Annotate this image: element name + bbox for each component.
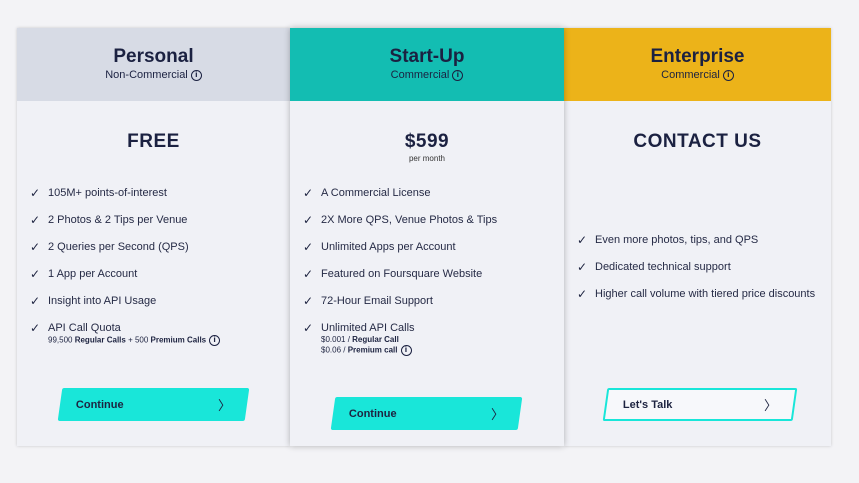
checkmark-icon: ✓	[30, 186, 41, 200]
checkmark-icon: ✓	[303, 294, 314, 308]
continue-button[interactable]: Continue 〉	[57, 388, 250, 421]
pricing-plans: Personal Non-Commercial i FREE ✓ 105M+ poi…	[17, 28, 831, 446]
quota-note: 99,500 Regular Calls + 500 Premium Calls…	[48, 335, 282, 346]
plan-name: Start-Up	[389, 46, 465, 67]
plan-subtitle: Non-Commercial	[105, 69, 188, 81]
price-period: per month	[408, 154, 446, 163]
plan-header-startup: Start-Up Commercial i	[290, 28, 564, 101]
feature-list: ✓ Even more photos, tips, and QPS ✓ Dedica…	[577, 233, 823, 314]
plan-header-enterprise: Enterprise Commercial i	[564, 28, 831, 101]
checkmark-icon: ✓	[303, 186, 314, 200]
feature-item: ✓ 2 Photos & 2 Tips per Venue	[30, 213, 188, 227]
feature-item: ✓ Dedicated technical support	[577, 260, 731, 274]
checkmark-icon: ✓	[577, 287, 588, 301]
plan-price: FREE	[127, 131, 180, 152]
feature-item: ✓ Insight into API Usage	[30, 294, 157, 308]
checkmark-icon: ✓	[30, 294, 41, 308]
feature-item: ✓ Unlimited Apps per Account	[303, 240, 456, 254]
calls-note-premium: $0.06 / Premium call i	[321, 345, 556, 356]
plan-name: Enterprise	[650, 46, 745, 67]
info-icon[interactable]: i	[400, 345, 412, 356]
feature-item: ✓ 2 Queries per Second (QPS)	[30, 240, 189, 254]
info-icon[interactable]: i	[209, 335, 221, 346]
feature-item: ✓ 1 App per Account	[30, 267, 138, 281]
chevron-right-icon: 〉	[763, 399, 777, 414]
feature-item: ✓ Featured on Foursquare Website	[303, 267, 483, 281]
chevron-right-icon: 〉	[217, 399, 231, 414]
feature-item: ✓ 105M+ points-of-interest	[30, 186, 167, 200]
plan-card-personal: Personal Non-Commercial i FREE ✓ 105M+ poi…	[17, 28, 290, 446]
plan-price: $599	[404, 131, 450, 152]
plan-card-enterprise: Enterprise Commercial i CONTACT US ✓ Even …	[564, 28, 831, 446]
chevron-right-icon: 〉	[490, 408, 504, 423]
plan-card-startup: Start-Up Commercial i $599 per month ✓ A C…	[290, 28, 564, 446]
checkmark-icon: ✓	[30, 213, 41, 227]
plan-header-personal: Personal Non-Commercial i	[17, 28, 290, 101]
feature-item: ✓ A Commercial License	[303, 186, 431, 200]
info-icon[interactable]: i	[722, 69, 734, 81]
continue-button[interactable]: Continue 〉	[330, 397, 523, 430]
checkmark-icon: ✓	[30, 267, 41, 281]
feature-list: ✓ 105M+ points-of-interest ✓ 2 Photos & 2 …	[30, 186, 282, 348]
checkmark-icon: ✓	[303, 267, 314, 281]
lets-talk-button[interactable]: Let's Talk 〉	[602, 388, 798, 421]
checkmark-icon: ✓	[30, 321, 41, 335]
checkmark-icon: ✓	[303, 321, 314, 335]
checkmark-icon: ✓	[577, 233, 588, 247]
info-icon[interactable]: i	[190, 69, 202, 81]
feature-item: ✓ Unlimited API Calls $0.001 / Regular Ca…	[303, 321, 556, 356]
feature-item: ✓ 72-Hour Email Support	[303, 294, 433, 308]
calls-note-regular: $0.001 / Regular Call	[321, 335, 399, 344]
plan-subtitle: Commercial	[390, 69, 450, 81]
checkmark-icon: ✓	[303, 240, 314, 254]
feature-item: ✓ 2X More QPS, Venue Photos & Tips	[303, 213, 498, 227]
plan-subtitle: Commercial	[661, 69, 720, 81]
checkmark-icon: ✓	[303, 213, 314, 227]
plan-price: CONTACT US	[633, 131, 762, 152]
plan-name: Personal	[113, 46, 194, 67]
info-icon[interactable]: i	[452, 69, 464, 81]
feature-item: ✓ Even more photos, tips, and QPS	[577, 233, 759, 247]
feature-item: ✓ Higher call volume with tiered price di…	[577, 287, 816, 301]
feature-list: ✓ A Commercial License ✓ 2X More QPS, Venu…	[303, 186, 556, 356]
checkmark-icon: ✓	[577, 260, 588, 274]
checkmark-icon: ✓	[30, 240, 41, 254]
feature-item: ✓ API Call Quota 99,500 Regular Calls + 5…	[30, 321, 282, 348]
